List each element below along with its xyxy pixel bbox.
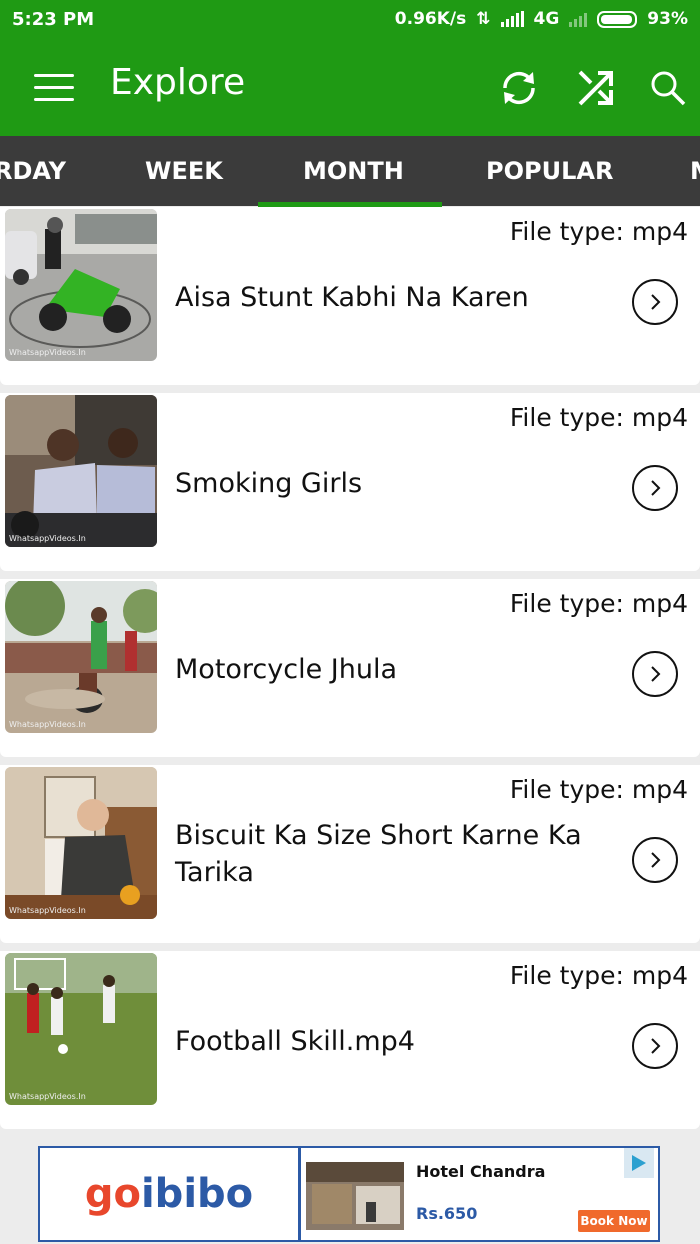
- video-card[interactable]: WhatsappVideos.In File type: mp4 Aisa St…: [0, 207, 700, 385]
- ad-price: Rs.650: [416, 1204, 478, 1223]
- file-type-label: File type: mp4: [509, 961, 688, 990]
- search-icon[interactable]: [646, 66, 690, 110]
- open-video-button[interactable]: [632, 279, 678, 325]
- chevron-right-icon: [651, 852, 661, 868]
- book-now-button[interactable]: Book Now: [578, 1210, 650, 1232]
- page-title: Explore: [110, 62, 246, 103]
- file-type-label: File type: mp4: [509, 403, 688, 432]
- file-type-label: File type: mp4: [509, 217, 688, 246]
- signal-2-icon: [569, 11, 588, 27]
- video-title[interactable]: Biscuit Ka Size Short Karne Ka Tarika: [175, 817, 595, 891]
- chevron-right-icon: [651, 480, 661, 496]
- ad-banner[interactable]: goibibo Hotel Chandra Rs.650 Book Now: [38, 1146, 660, 1242]
- open-video-button[interactable]: [632, 465, 678, 511]
- video-thumbnail[interactable]: WhatsappVideos.In: [5, 767, 157, 919]
- chevron-right-icon: [651, 1038, 661, 1054]
- app-toolbar: Explore: [0, 40, 700, 136]
- open-video-button[interactable]: [632, 1023, 678, 1069]
- tab-month[interactable]: MONTH: [303, 136, 404, 206]
- signal-icon: [500, 11, 524, 27]
- status-icons: 0.96K/s ⇅ 4G 93%: [395, 9, 688, 29]
- video-card[interactable]: WhatsappVideos.In File type: mp4 Footbal…: [0, 951, 700, 1129]
- open-video-button[interactable]: [632, 651, 678, 697]
- status-time: 5:23 PM: [12, 9, 95, 30]
- video-card[interactable]: WhatsappVideos.In File type: mp4 Motorcy…: [0, 579, 700, 757]
- video-card[interactable]: WhatsappVideos.In File type: mp4 Smoking…: [0, 393, 700, 571]
- status-bar: 5:23 PM 0.96K/s ⇅ 4G 93%: [0, 0, 700, 40]
- battery-icon: [597, 10, 638, 28]
- chevron-right-icon: [651, 666, 661, 682]
- video-thumbnail[interactable]: WhatsappVideos.In: [5, 209, 157, 361]
- thumbnail-watermark: WhatsappVideos.In: [9, 1092, 86, 1101]
- menu-icon[interactable]: [34, 72, 74, 104]
- video-title[interactable]: Motorcycle Jhula: [175, 651, 595, 688]
- battery-level: 93%: [647, 9, 688, 29]
- video-title[interactable]: Aisa Stunt Kabhi Na Karen: [175, 279, 595, 316]
- ad-choices-icon[interactable]: [624, 1148, 654, 1178]
- network-type: 4G: [533, 9, 560, 29]
- goibibo-logo: goibibo: [40, 1148, 301, 1240]
- tab-week[interactable]: WEEK: [145, 136, 223, 206]
- shuffle-icon[interactable]: [574, 66, 618, 110]
- thumbnail-watermark: WhatsappVideos.In: [9, 720, 86, 729]
- thumbnail-watermark: WhatsappVideos.In: [9, 348, 86, 357]
- video-title[interactable]: Football Skill.mp4: [175, 1023, 595, 1060]
- network-speed: 0.96K/s: [394, 9, 467, 29]
- tab-yesterday[interactable]: RDAY: [0, 136, 66, 206]
- thumbnail-watermark: WhatsappVideos.In: [9, 534, 86, 543]
- thumbnail-watermark: WhatsappVideos.In: [9, 906, 86, 915]
- refresh-icon[interactable]: [497, 66, 541, 110]
- tab-more[interactable]: M: [690, 136, 700, 206]
- hotel-image: [306, 1162, 404, 1230]
- open-video-button[interactable]: [632, 837, 678, 883]
- video-card[interactable]: WhatsappVideos.In File type: mp4 Biscuit…: [0, 765, 700, 943]
- video-thumbnail[interactable]: WhatsappVideos.In: [5, 395, 157, 547]
- video-thumbnail[interactable]: WhatsappVideos.In: [5, 953, 157, 1105]
- file-type-label: File type: mp4: [509, 775, 688, 804]
- file-type-label: File type: mp4: [509, 589, 688, 618]
- video-thumbnail[interactable]: WhatsappVideos.In: [5, 581, 157, 733]
- video-title[interactable]: Smoking Girls: [175, 465, 595, 502]
- tab-popular[interactable]: POPULAR: [486, 136, 613, 206]
- chevron-right-icon: [651, 294, 661, 310]
- ad-hotel-name: Hotel Chandra: [416, 1162, 546, 1181]
- data-transfer-icon: ⇅: [476, 9, 491, 29]
- tab-bar: RDAY WEEK MONTH POPULAR M: [0, 136, 700, 206]
